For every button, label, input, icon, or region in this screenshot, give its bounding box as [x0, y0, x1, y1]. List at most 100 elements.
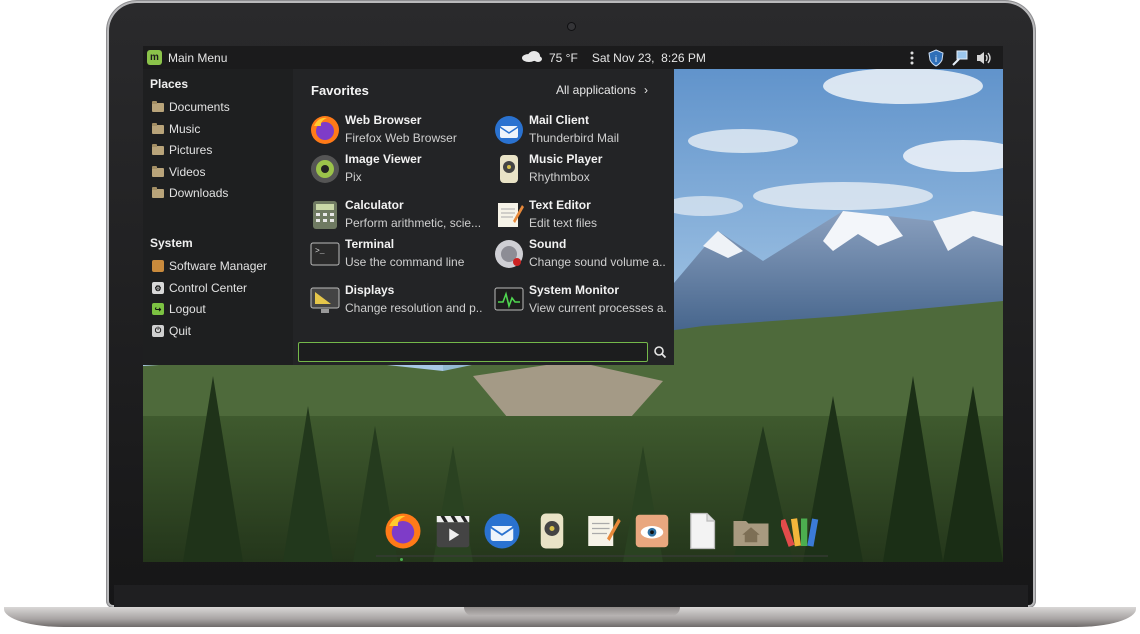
chevron-right-icon: ›: [644, 83, 649, 97]
dock-color-palette[interactable]: [778, 508, 824, 554]
app-name: Calculator: [345, 198, 404, 212]
dock-text-editor[interactable]: [579, 508, 625, 554]
home-folder-icon: [733, 521, 769, 546]
color-palette-icon: [781, 518, 819, 547]
place-pictures[interactable]: Pictures: [152, 140, 212, 160]
application-menu: Places Documents Music Pictures Videos D…: [143, 69, 674, 365]
system-software-manager[interactable]: Software Manager: [152, 256, 267, 276]
thunderbird-icon: [484, 513, 520, 549]
music-player-icon: [500, 155, 518, 183]
app-sound[interactable]: Sound Change sound volume a...: [493, 236, 668, 272]
screen-bezel: [114, 585, 1028, 607]
app-calculator[interactable]: Calculator Perform arithmetic, scie...: [309, 197, 484, 233]
dock-document[interactable]: [679, 508, 725, 554]
app-text-editor[interactable]: Text Editor Edit text files: [493, 197, 668, 233]
app-name: Image Viewer: [345, 152, 422, 166]
app-description: Change sound volume a...: [529, 255, 666, 269]
temperature-label: 75 °F: [549, 50, 578, 65]
system-quit[interactable]: ⏻ Quit: [152, 321, 191, 341]
dock-music-player[interactable]: [529, 508, 575, 554]
place-label: Videos: [169, 165, 206, 179]
weather-clock[interactable]: 75 °F Sat Nov 23, 8:26 PM: [521, 46, 706, 69]
place-label: Documents: [169, 100, 230, 114]
place-documents[interactable]: Documents: [152, 97, 230, 117]
app-description: Use the command line: [345, 255, 465, 269]
place-music[interactable]: Music: [152, 119, 200, 139]
folder-icon: [152, 143, 164, 155]
app-displays[interactable]: Displays Change resolution and p...: [309, 282, 484, 318]
screen: m Main Menu 75 °F Sat Nov 23, 8:26 PM i: [143, 46, 1003, 562]
app-system-monitor[interactable]: System Monitor View current processes a.…: [493, 282, 668, 318]
overflow-menu-icon[interactable]: [903, 49, 921, 67]
place-label: Downloads: [169, 186, 229, 200]
all-applications-label: All applications: [556, 83, 637, 97]
places-title: Places: [150, 77, 189, 91]
system-monitor-icon: [494, 287, 524, 311]
calculator-icon: [313, 201, 337, 229]
app-name: Music Player: [529, 152, 603, 166]
sound-icon: [495, 240, 523, 268]
app-terminal[interactable]: >_ Terminal Use the command line: [309, 236, 484, 272]
app-description: Thunderbird Mail: [529, 131, 620, 145]
control-center-icon: ⚙: [152, 282, 164, 294]
network-icon[interactable]: [951, 49, 969, 67]
text-editor-icon: [498, 203, 524, 227]
app-mail-client[interactable]: Mail Client Thunderbird Mail: [493, 112, 668, 148]
place-videos[interactable]: Videos: [152, 162, 205, 182]
dock-home-folder[interactable]: [728, 508, 774, 554]
app-name: System Monitor: [529, 283, 620, 297]
system-logout[interactable]: ↪ Logout: [152, 299, 206, 319]
system-title: System: [150, 236, 193, 250]
app-description: Pix: [345, 170, 362, 184]
app-name: Sound: [529, 237, 567, 251]
music-player-icon: [540, 513, 564, 549]
system-label: Software Manager: [169, 259, 268, 273]
place-label: Pictures: [169, 143, 213, 157]
text-editor-icon: [588, 516, 621, 546]
image-viewer-icon: [635, 514, 669, 548]
dock-media-player[interactable]: [430, 508, 476, 554]
all-applications-button[interactable]: All applications ›: [556, 83, 648, 97]
app-description: Perform arithmetic, scie...: [345, 216, 482, 230]
running-indicator: [400, 558, 403, 561]
app-description: View current processes a...: [529, 301, 666, 315]
laptop-notch: [464, 607, 680, 616]
quit-icon: ⏻: [152, 325, 164, 337]
volume-icon[interactable]: [975, 49, 993, 67]
displays-icon: [310, 287, 340, 313]
app-name: Terminal: [345, 237, 395, 251]
app-music-player[interactable]: Music Player Rhythmbox: [493, 151, 668, 187]
system-control-center[interactable]: ⚙ Control Center: [152, 278, 247, 298]
firefox-icon: [385, 513, 421, 549]
camera-icon: [568, 23, 575, 30]
app-description: Rhythmbox: [529, 170, 590, 184]
top-panel: m Main Menu 75 °F Sat Nov 23, 8:26 PM i: [143, 46, 1003, 69]
system-label: Quit: [169, 324, 192, 338]
system-label: Logout: [169, 302, 206, 316]
terminal-icon: >_: [310, 242, 340, 266]
system-tray: i: [903, 46, 993, 69]
app-name: Mail Client: [529, 113, 590, 127]
dock-thunderbird[interactable]: [480, 508, 526, 554]
place-downloads[interactable]: Downloads: [152, 183, 228, 203]
main-menu-label: Main Menu: [168, 50, 228, 65]
software-manager-icon: [152, 260, 164, 272]
svg-text:>_: >_: [315, 247, 325, 256]
app-description: Firefox Web Browser: [345, 131, 457, 145]
media-player-icon: [436, 516, 469, 548]
svg-text:i: i: [935, 54, 937, 64]
main-menu-button[interactable]: m Main Menu: [143, 46, 227, 69]
app-web-browser[interactable]: Web Browser Firefox Web Browser: [309, 112, 484, 148]
place-label: Music: [169, 122, 201, 136]
dock-firefox[interactable]: [380, 508, 426, 554]
dock: [376, 505, 828, 557]
search-input[interactable]: [298, 342, 648, 362]
app-image-viewer[interactable]: Image Viewer Pix: [309, 151, 484, 187]
favorites-title: Favorites: [311, 83, 369, 98]
shield-icon[interactable]: i: [927, 48, 945, 67]
system-label: Control Center: [169, 281, 248, 295]
app-description: Edit text files: [529, 216, 598, 230]
folder-icon: [152, 165, 164, 177]
dock-image-viewer[interactable]: [629, 508, 675, 554]
search-icon[interactable]: [653, 345, 667, 359]
